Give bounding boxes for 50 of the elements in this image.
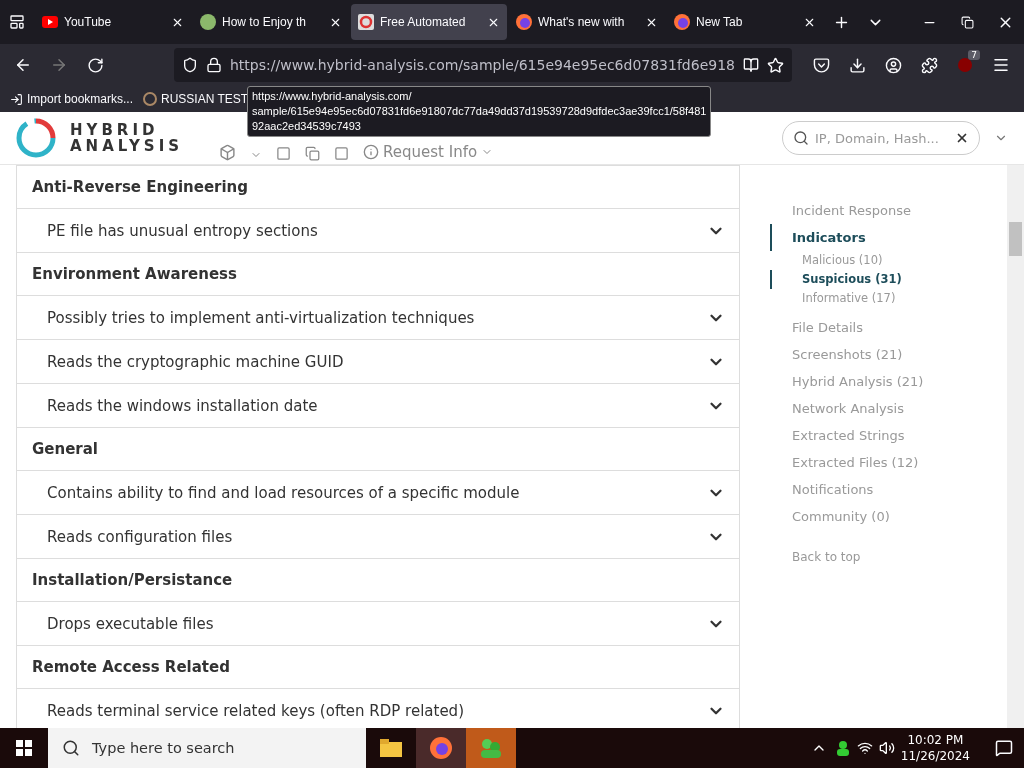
browser-tab[interactable]: What's new with — [509, 4, 665, 40]
clear-icon[interactable] — [955, 131, 969, 145]
lock-icon — [206, 57, 222, 73]
circle-logo-icon — [200, 14, 216, 30]
category-heading: Remote Access Related — [17, 645, 739, 688]
ring-icon — [143, 92, 158, 106]
link-tooltip: https://www.hybrid-analysis.com/ sample/615e94e95ec6d07831fd6e91807dc77da49dd37d19539728d9dfdec3ae39fcc1/58f481 92aac2ed34539c7493 — [247, 86, 712, 137]
shield-icon — [182, 57, 198, 73]
firefox-icon[interactable] — [416, 728, 466, 768]
star-icon[interactable] — [767, 56, 784, 74]
fox-logo-icon — [516, 14, 532, 30]
search-icon — [793, 130, 809, 146]
volume-icon[interactable] — [878, 740, 895, 756]
indicator-row[interactable]: Possibly tries to implement anti-virtualization techniques — [17, 295, 739, 339]
category-heading: Anti-Reverse Engineering — [17, 165, 739, 208]
play-logo-icon — [42, 16, 58, 28]
indicator-row[interactable]: Reads the windows installation date — [17, 383, 739, 427]
reader-icon[interactable] — [743, 57, 759, 73]
cube-icon[interactable] — [219, 144, 237, 161]
indicator-row[interactable]: Reads configuration files — [17, 514, 739, 558]
fox-logo-icon — [674, 14, 690, 30]
count-badge: 7 — [968, 50, 980, 60]
address-bar[interactable]: https://www.hybrid-analysis.com/sample/615e94e95ec6d07831fd6e918 — [174, 48, 792, 82]
logo-ring-icon — [16, 118, 56, 158]
info-icon — [363, 144, 380, 160]
indicator-row[interactable]: Reads the cryptographic machine GUID — [17, 339, 739, 383]
category-heading: Installation/Persistance — [17, 558, 739, 601]
request-info-link[interactable]: Request Info — [363, 143, 494, 161]
indicator-row[interactable]: Contains ability to find and load resources of a specific module — [17, 470, 739, 514]
site-logo[interactable]: HYBRID ANALYSIS — [70, 122, 184, 154]
taskbar-search-field[interactable]: Type here to search — [48, 728, 366, 768]
scrollbar[interactable] — [1007, 165, 1024, 728]
network-icon[interactable] — [856, 740, 873, 756]
bookmark[interactable]: Import bookmarks... — [10, 92, 134, 106]
indicator-row[interactable]: Drops executable files — [17, 601, 739, 645]
category-heading: Environment Awareness — [17, 252, 739, 295]
bookmark[interactable]: RUSSIAN TEST — [143, 92, 249, 106]
indicator-row[interactable]: PE file has unusual entropy sections — [17, 208, 739, 252]
browser-tab[interactable]: How to Enjoy th — [193, 4, 349, 40]
browser-tab[interactable]: New Tab — [667, 4, 823, 40]
site-logo-icon — [358, 14, 374, 30]
browser-tab[interactable]: YouTube — [35, 4, 191, 40]
category-heading: General — [17, 427, 739, 470]
copy-icon[interactable] — [305, 146, 321, 161]
browser-tab[interactable]: Free Automated — [351, 4, 507, 40]
person-icon[interactable] — [834, 740, 851, 756]
clock[interactable]: 10:02 PM 11/26/2024 — [900, 732, 970, 764]
search-icon — [62, 739, 80, 757]
import-icon — [10, 92, 23, 106]
scroll-thumb[interactable] — [1009, 222, 1022, 256]
